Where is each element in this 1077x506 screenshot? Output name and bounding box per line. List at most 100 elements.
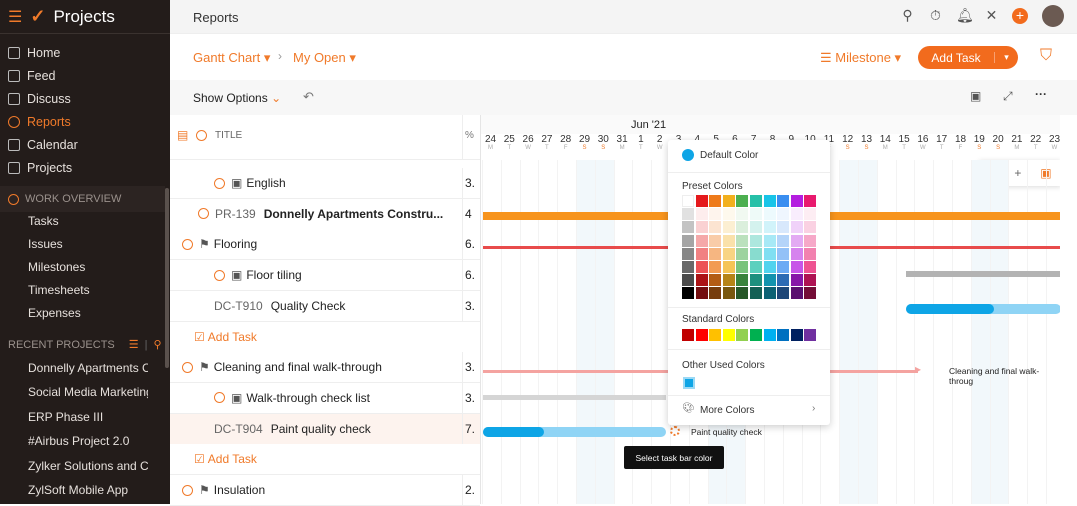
preset-swatch[interactable] — [722, 247, 735, 260]
preset-swatch[interactable] — [750, 287, 762, 300]
preset-swatch[interactable] — [763, 234, 776, 247]
preset-swatch[interactable] — [763, 221, 776, 234]
table-row[interactable]: ⚑ Insulation 2. — [170, 475, 480, 506]
preset-swatch[interactable] — [790, 247, 803, 260]
task-title[interactable]: Flooring — [214, 237, 257, 251]
preset-swatch[interactable] — [750, 195, 762, 207]
add-task-row[interactable]: ☑ Add Task — [170, 321, 480, 353]
preset-swatch[interactable] — [750, 247, 762, 260]
preset-swatch[interactable] — [695, 247, 708, 260]
view-selector[interactable]: Gantt Chart ▾ — [193, 50, 270, 66]
preset-swatch[interactable] — [777, 247, 790, 260]
preset-swatch[interactable] — [736, 287, 749, 300]
preset-swatch[interactable] — [695, 195, 708, 207]
task-title[interactable]: Quality Check — [271, 299, 346, 313]
preset-swatch[interactable] — [763, 261, 776, 273]
preset-swatch[interactable] — [709, 261, 722, 273]
preset-swatch[interactable] — [695, 221, 708, 234]
preset-swatch[interactable] — [736, 261, 749, 273]
show-options-button[interactable]: Show Options ⌄ — [193, 91, 281, 105]
preset-swatch[interactable] — [804, 195, 817, 207]
add-task-dropdown[interactable]: ▾ — [994, 52, 1018, 63]
standard-swatch[interactable] — [736, 329, 749, 341]
preset-swatch[interactable] — [736, 247, 749, 260]
tasklist-bar[interactable] — [483, 395, 666, 400]
table-row[interactable]: ▣ English 3. — [170, 168, 480, 199]
recent-project[interactable]: ZylSoft Mobile App — [28, 483, 148, 497]
preset-swatch[interactable] — [709, 221, 722, 234]
preset-swatch[interactable] — [790, 234, 803, 247]
preset-swatch[interactable] — [722, 234, 735, 247]
preset-swatch[interactable] — [790, 208, 803, 221]
task-title[interactable]: Insulation — [214, 483, 265, 497]
tasklist-bar[interactable] — [906, 271, 1060, 277]
expand-icon[interactable]: ⤢ — [1003, 89, 1013, 104]
preset-swatch[interactable] — [722, 195, 735, 207]
standard-swatch[interactable] — [709, 329, 722, 341]
preset-swatch[interactable] — [695, 261, 708, 273]
preset-swatch[interactable] — [790, 274, 803, 287]
standard-swatch[interactable] — [790, 329, 803, 341]
standard-swatch[interactable] — [763, 329, 776, 341]
preset-swatch[interactable] — [777, 234, 790, 247]
preset-swatch[interactable] — [695, 274, 708, 287]
nav-calendar[interactable]: Calendar — [8, 138, 78, 152]
task-title[interactable]: Donnelly Apartments Constru... — [264, 207, 444, 221]
add-task-link[interactable]: Add Task — [208, 452, 257, 466]
preset-swatch[interactable] — [790, 195, 803, 207]
nav-issues[interactable]: Issues — [28, 237, 148, 251]
preset-swatch[interactable] — [682, 247, 694, 260]
preset-swatch[interactable] — [709, 208, 722, 221]
expand-toggle-icon[interactable] — [214, 392, 225, 404]
preset-swatch[interactable] — [709, 247, 722, 260]
color-picker-icon[interactable] — [670, 426, 680, 436]
group-by-selector[interactable]: ☰ Milestone ▾ — [820, 50, 901, 66]
preset-swatch[interactable] — [682, 261, 694, 273]
preset-swatch[interactable] — [722, 274, 735, 287]
preset-swatch[interactable] — [709, 234, 722, 247]
preset-swatch[interactable] — [804, 234, 817, 247]
nav-milestones[interactable]: Milestones — [28, 260, 148, 274]
preset-swatch[interactable] — [790, 221, 803, 234]
preset-swatch[interactable] — [790, 287, 803, 300]
preset-swatch[interactable] — [736, 208, 749, 221]
expand-toggle-icon[interactable] — [214, 177, 225, 189]
other-color-swatch[interactable] — [683, 377, 695, 389]
table-row[interactable]: ▣ Floor tiling 6. — [170, 260, 480, 292]
preset-swatch[interactable] — [695, 287, 708, 300]
preset-swatch[interactable] — [750, 234, 762, 247]
preset-swatch[interactable] — [777, 208, 790, 221]
preset-swatch[interactable] — [763, 274, 776, 287]
preset-swatch[interactable] — [750, 274, 762, 287]
columns-icon[interactable]: ▤ — [177, 128, 188, 142]
preset-swatch[interactable] — [722, 261, 735, 273]
standard-swatch[interactable] — [750, 329, 762, 341]
sidebar-scrollbar[interactable] — [165, 188, 169, 368]
preset-swatch[interactable] — [804, 261, 817, 273]
preset-swatch[interactable] — [777, 261, 790, 273]
filter-selector[interactable]: My Open ▾ — [293, 50, 356, 66]
nav-reports[interactable]: Reports — [8, 115, 71, 129]
preset-swatch[interactable] — [750, 261, 762, 273]
preset-swatch[interactable] — [804, 221, 817, 234]
nav-projects[interactable]: Projects — [8, 161, 72, 175]
standard-swatch[interactable] — [722, 329, 735, 341]
table-row[interactable]: PR-139 Donnelly Apartments Constru... 4 — [170, 198, 480, 230]
preset-swatch[interactable] — [777, 274, 790, 287]
add-task-row[interactable]: ☑ Add Task — [170, 444, 480, 476]
expand-toggle-icon[interactable] — [182, 361, 193, 373]
preset-swatch[interactable] — [709, 287, 722, 300]
preset-swatch[interactable] — [750, 221, 762, 234]
nav-home[interactable]: Home — [8, 46, 60, 60]
preset-swatch[interactable] — [682, 195, 694, 207]
preset-swatch[interactable] — [695, 208, 708, 221]
hamburger-icon[interactable]: ☰ — [8, 7, 22, 27]
task-title[interactable]: Walk-through check list — [246, 391, 370, 405]
preset-swatch[interactable] — [722, 287, 735, 300]
table-row[interactable]: DC-T904 Paint quality check 7. — [170, 413, 480, 445]
expand-toggle-icon[interactable] — [198, 208, 209, 220]
preset-swatch[interactable] — [682, 274, 694, 287]
preset-swatch[interactable] — [777, 221, 790, 234]
filter-icon[interactable]: ⛉ — [1040, 47, 1052, 65]
preset-swatch[interactable] — [682, 234, 694, 247]
